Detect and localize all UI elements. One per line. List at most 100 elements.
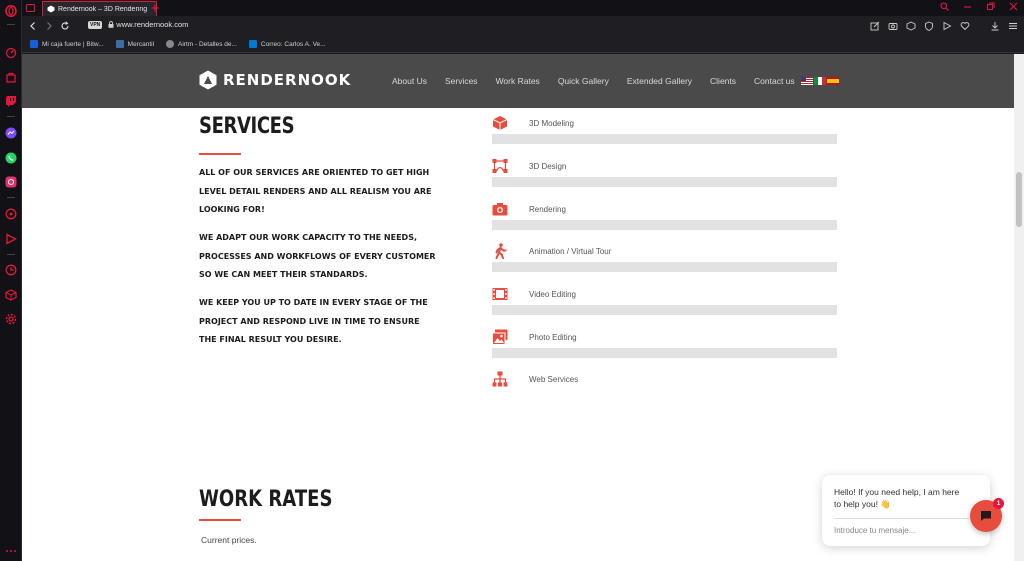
page-viewport: RENDERNOOK About Us Services Work Rates … — [22, 54, 1014, 561]
rendernook-favicon-icon — [47, 5, 55, 13]
tab-strip: Rendernook – 3D Rendering — [22, 0, 1024, 16]
chat-divider — [834, 518, 969, 519]
bitwarden-shield-icon — [30, 40, 38, 48]
service-bar — [492, 262, 837, 272]
services-heading: SERVICES — [199, 114, 295, 139]
service-animation: Animation / Virtual Tour — [492, 243, 837, 273]
services-paragraph-2: We adapt our work capacity to the needs,… — [199, 233, 436, 279]
service-bar — [492, 177, 837, 187]
language-flags — [801, 77, 839, 85]
bookmark-bitwarden[interactable]: Mi caja fuerte | Bitw... — [30, 40, 104, 48]
service-bar — [492, 348, 837, 358]
reload-icon[interactable] — [60, 21, 70, 31]
tab-rendernook[interactable]: Rendernook – 3D Rendering — [42, 1, 157, 16]
settings-gear-icon[interactable] — [5, 313, 17, 325]
walking-person-icon — [495, 243, 507, 259]
photo-icon — [492, 329, 508, 345]
us-flag-icon[interactable] — [801, 77, 813, 85]
maximize-icon[interactable] — [986, 2, 995, 11]
nav-work-rates[interactable]: Work Rates — [496, 76, 540, 86]
site-header: RENDERNOOK About Us Services Work Rates … — [22, 54, 1014, 108]
service-bar — [492, 134, 837, 144]
services-underline — [199, 153, 241, 155]
minimize-icon[interactable] — [963, 2, 972, 11]
work-rates-underline — [199, 519, 241, 521]
nav-contact-us[interactable]: Contact us — [754, 76, 795, 86]
camera-icon — [492, 203, 508, 216]
instagram-icon[interactable] — [5, 176, 17, 188]
url-input[interactable]: www.rendernook.com — [116, 20, 188, 29]
player-icon[interactable] — [5, 233, 17, 245]
search-tabs-icon[interactable] — [940, 2, 949, 11]
airtm-favicon-icon — [166, 40, 175, 48]
speed-dial-icon[interactable] — [5, 47, 17, 59]
browser-sidebar — [0, 0, 22, 561]
service-web-services: Web Services — [492, 371, 837, 401]
bookmark-mercantil[interactable]: Mercantil — [115, 40, 154, 48]
history-icon[interactable] — [5, 264, 17, 276]
nav-about-us[interactable]: About Us — [392, 76, 427, 86]
spain-flag-icon[interactable] — [827, 77, 839, 85]
easy-setup-menu-icon[interactable] — [1008, 21, 1018, 31]
address-bar-row: VPN www.rendernook.com — [22, 16, 1024, 36]
nav-services[interactable]: Services — [445, 76, 478, 86]
heart-icon[interactable] — [960, 21, 970, 31]
main-nav: About Us Services Work Rates Quick Galle… — [392, 76, 813, 86]
chat-message-input[interactable]: Introduce tu mensaje... — [834, 526, 915, 535]
tab-title: Rendernook – 3D Rendering — [58, 5, 148, 13]
page-scrollbar[interactable] — [1014, 54, 1024, 561]
music-player-icon[interactable] — [5, 208, 17, 220]
cube-icon — [492, 116, 508, 130]
adblock-shield-icon[interactable] — [924, 21, 934, 31]
more-dots-icon[interactable] — [5, 545, 17, 557]
mercantil-favicon-icon — [115, 40, 124, 48]
workspaces-icon[interactable] — [26, 4, 35, 12]
whatsapp-icon[interactable] — [5, 152, 17, 164]
play-icon[interactable] — [942, 21, 952, 31]
service-bar — [492, 305, 837, 315]
work-rates-subtitle: Current prices. — [201, 535, 257, 545]
italy-flag-icon[interactable] — [814, 77, 826, 85]
vpn-badge[interactable]: VPN — [88, 20, 103, 29]
service-video-editing: Video Editing — [492, 286, 837, 316]
chat-bubble-icon — [981, 511, 991, 521]
service-bar — [492, 220, 837, 230]
bookmark-airtm[interactable]: Airtm - Detalles de... — [166, 40, 237, 48]
download-icon[interactable] — [990, 21, 1000, 31]
nav-quick-gallery[interactable]: Quick Gallery — [558, 76, 609, 86]
bookmark-outlook[interactable]: Correo: Carlos A. Ve... — [248, 40, 326, 48]
services-paragraph-3: We keep you up to date in every stage of… — [199, 298, 428, 344]
work-rates-heading: WORK RATES — [199, 487, 333, 512]
bookmarks-bar: Mi caja fuerte | Bitw... Mercantil Airtm… — [22, 36, 1024, 53]
service-3d-modeling: 3D Modeling — [492, 115, 837, 145]
chat-unread-badge: 1 — [993, 498, 1004, 509]
twitch-icon[interactable] — [5, 95, 17, 107]
snapshot-camera-icon[interactable] — [888, 21, 898, 31]
chat-greeting: Hello! If you need help, I am here to he… — [834, 487, 960, 509]
nav-clients[interactable]: Clients — [710, 76, 736, 86]
close-window-icon[interactable] — [1009, 2, 1018, 11]
chat-popup: Hello! If you need help, I am here to he… — [822, 475, 990, 546]
cube-extension-icon[interactable] — [906, 21, 916, 31]
services-paragraph-1: All of our services are oriented to get … — [199, 168, 432, 214]
edit-icon[interactable] — [870, 21, 880, 31]
back-icon[interactable] — [28, 21, 38, 31]
lock-icon[interactable] — [108, 21, 114, 28]
opera-logo-icon[interactable] — [5, 5, 17, 17]
site-logo[interactable]: RENDERNOOK — [199, 70, 351, 90]
new-tab-icon[interactable] — [151, 4, 159, 12]
service-rendering: Rendering — [492, 201, 837, 231]
outlook-favicon-icon — [248, 40, 257, 48]
logo-text: RENDERNOOK — [223, 71, 352, 89]
nav-extended-gallery[interactable]: Extended Gallery — [627, 76, 692, 86]
forward-icon[interactable] — [44, 21, 54, 31]
service-3d-design: 3D Design — [492, 158, 837, 188]
shopping-bag-icon[interactable] — [5, 71, 17, 83]
messenger-icon[interactable] — [5, 127, 17, 139]
rendernook-logo-icon — [199, 70, 217, 90]
extensions-cube-icon[interactable] — [5, 289, 17, 301]
service-photo-editing: Photo Editing — [492, 329, 837, 359]
film-icon — [492, 288, 508, 300]
scrollbar-thumb[interactable] — [1016, 172, 1022, 227]
sitemap-icon — [492, 371, 508, 387]
